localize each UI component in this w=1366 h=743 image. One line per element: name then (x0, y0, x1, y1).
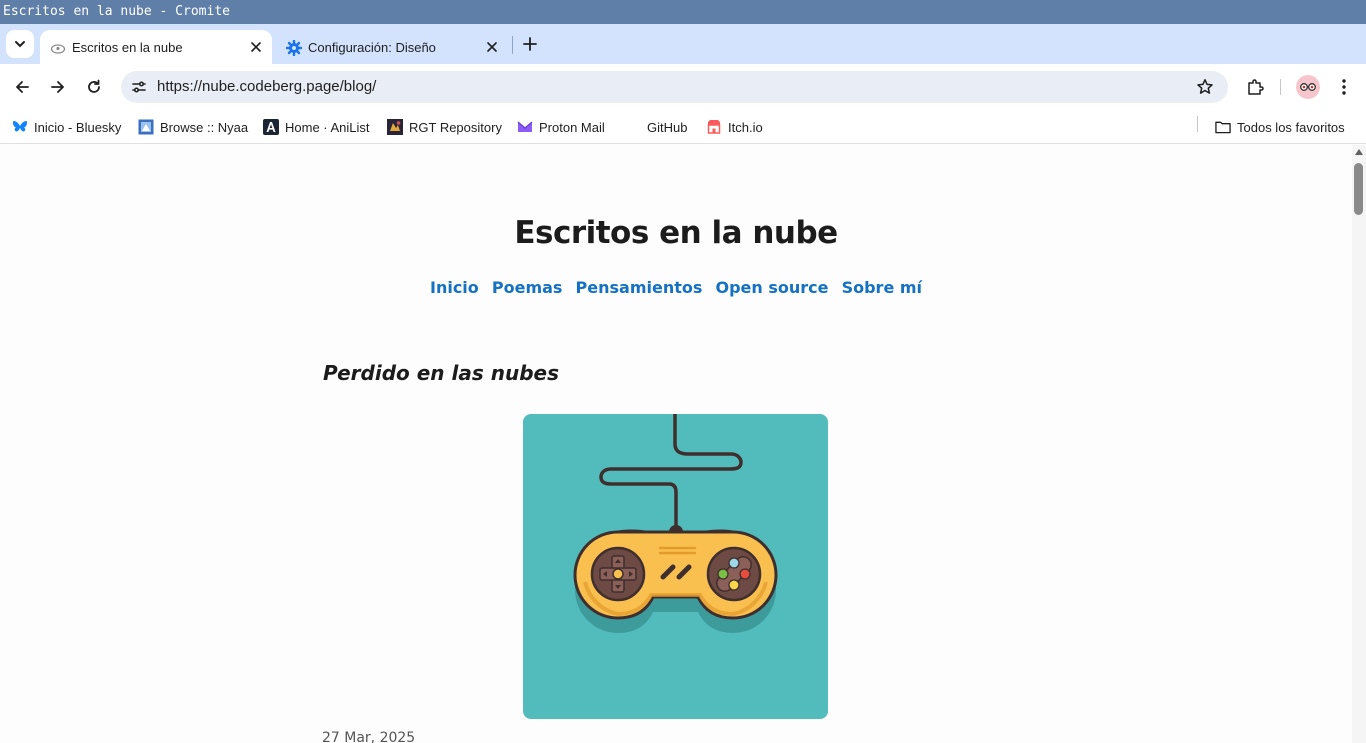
nav-link-poemas[interactable]: Poemas (492, 278, 563, 297)
puzzle-icon (1248, 79, 1264, 95)
arrow-right-icon (51, 81, 64, 93)
window-titlebar: Escritos en la nube - Cromite (0, 0, 1366, 24)
page-scrollbar[interactable] (1352, 145, 1366, 743)
bookmark-nyaa[interactable]: Browse :: Nyaa (138, 116, 248, 138)
bluesky-butterfly-icon (12, 119, 28, 135)
tab-divider (512, 36, 513, 54)
tab-configuracion[interactable]: Configuración: Diseño (276, 30, 508, 64)
back-button[interactable] (10, 75, 34, 99)
bookmark-star-icon[interactable] (1194, 76, 1216, 98)
nav-link-open-source[interactable]: Open source (715, 278, 828, 297)
browser-toolbar: https://nube.codeberg.page/blog/ (0, 64, 1366, 110)
tab-label: Escritos en la nube (72, 40, 183, 55)
tab-escritos[interactable]: Escritos en la nube (40, 30, 272, 64)
new-tab-button[interactable] (519, 33, 541, 55)
bookmarks-bar: Inicio - Bluesky Browse :: Nyaa Home · A… (0, 110, 1366, 144)
proton-mail-icon (517, 119, 533, 135)
scroll-up-arrow-icon[interactable] (1355, 149, 1363, 155)
itchio-icon (706, 119, 722, 135)
glasses-icon (1300, 83, 1316, 91)
all-bookmarks-label: Todos los favoritos (1237, 119, 1345, 135)
bookmarks-divider (1197, 116, 1198, 132)
kebab-menu-icon (1342, 79, 1346, 95)
menu-button[interactable] (1332, 75, 1356, 99)
post-image-gamepad[interactable] (523, 414, 828, 719)
bookmark-itchio[interactable]: Itch.io (706, 116, 763, 138)
post-date: 27 Mar, 2025 (322, 730, 416, 743)
extensions-button[interactable] (1243, 75, 1267, 99)
gear-icon (286, 40, 302, 56)
site-info-icon[interactable] (127, 75, 151, 99)
bookmark-label: GitHub (647, 119, 688, 135)
scroll-thumb[interactable] (1354, 163, 1363, 215)
all-bookmarks-button[interactable]: Todos los favoritos (1215, 116, 1345, 138)
arrow-left-icon (16, 81, 29, 93)
reload-button[interactable] (82, 75, 106, 99)
toolbar-divider (1280, 79, 1281, 95)
bookmark-proton-mail[interactable]: Proton Mail (517, 116, 605, 138)
close-icon[interactable] (484, 39, 500, 55)
site-title: Escritos en la nube (514, 215, 838, 251)
reload-icon (88, 79, 100, 93)
bookmark-label: Proton Mail (539, 119, 605, 135)
tab-strip: Escritos en la nube Configuración: Diseñ… (0, 24, 1366, 64)
bookmark-label: Browse :: Nyaa (160, 119, 249, 135)
tab-label: Configuración: Diseño (308, 40, 436, 55)
chevron-down-icon (15, 41, 25, 48)
bookmark-bluesky[interactable]: Inicio - Bluesky (12, 116, 121, 138)
bookmark-label: Inicio - Bluesky (34, 119, 122, 135)
github-icon (625, 119, 641, 135)
bookmark-label: Home · AniList (285, 119, 370, 135)
folder-icon (1215, 119, 1231, 135)
bookmark-rgt[interactable]: RGT Repository (387, 116, 502, 138)
bookmark-github[interactable]: GitHub (625, 116, 687, 138)
cloud-icon (50, 40, 66, 56)
anilist-icon (263, 119, 279, 135)
rgt-icon (387, 119, 403, 135)
site-nav: Inicio Poemas Pensamientos Open source S… (0, 278, 1352, 297)
window-title: Escritos en la nube - Cromite (3, 4, 230, 19)
nav-link-inicio[interactable]: Inicio (430, 278, 479, 297)
plus-icon (523, 37, 537, 51)
close-icon[interactable] (248, 39, 264, 55)
page-content: Escritos en la nube Inicio Poemas Pensam… (0, 145, 1352, 743)
bookmark-label: RGT Repository (409, 119, 502, 135)
forward-button[interactable] (46, 75, 70, 99)
bookmark-label: Itch.io (728, 119, 763, 135)
nav-link-pensamientos[interactable]: Pensamientos (576, 278, 703, 297)
url-text[interactable]: https://nube.codeberg.page/blog/ (157, 78, 376, 95)
address-bar[interactable]: https://nube.codeberg.page/blog/ (121, 71, 1228, 103)
bookmark-anilist[interactable]: Home · AniList (263, 116, 370, 138)
post-title[interactable]: Perdido en las nubes (323, 361, 559, 385)
tab-search-button[interactable] (6, 30, 34, 58)
nyaa-icon (138, 119, 154, 135)
profile-avatar[interactable] (1296, 75, 1320, 99)
nav-link-sobre-mi[interactable]: Sobre mí (842, 278, 922, 297)
